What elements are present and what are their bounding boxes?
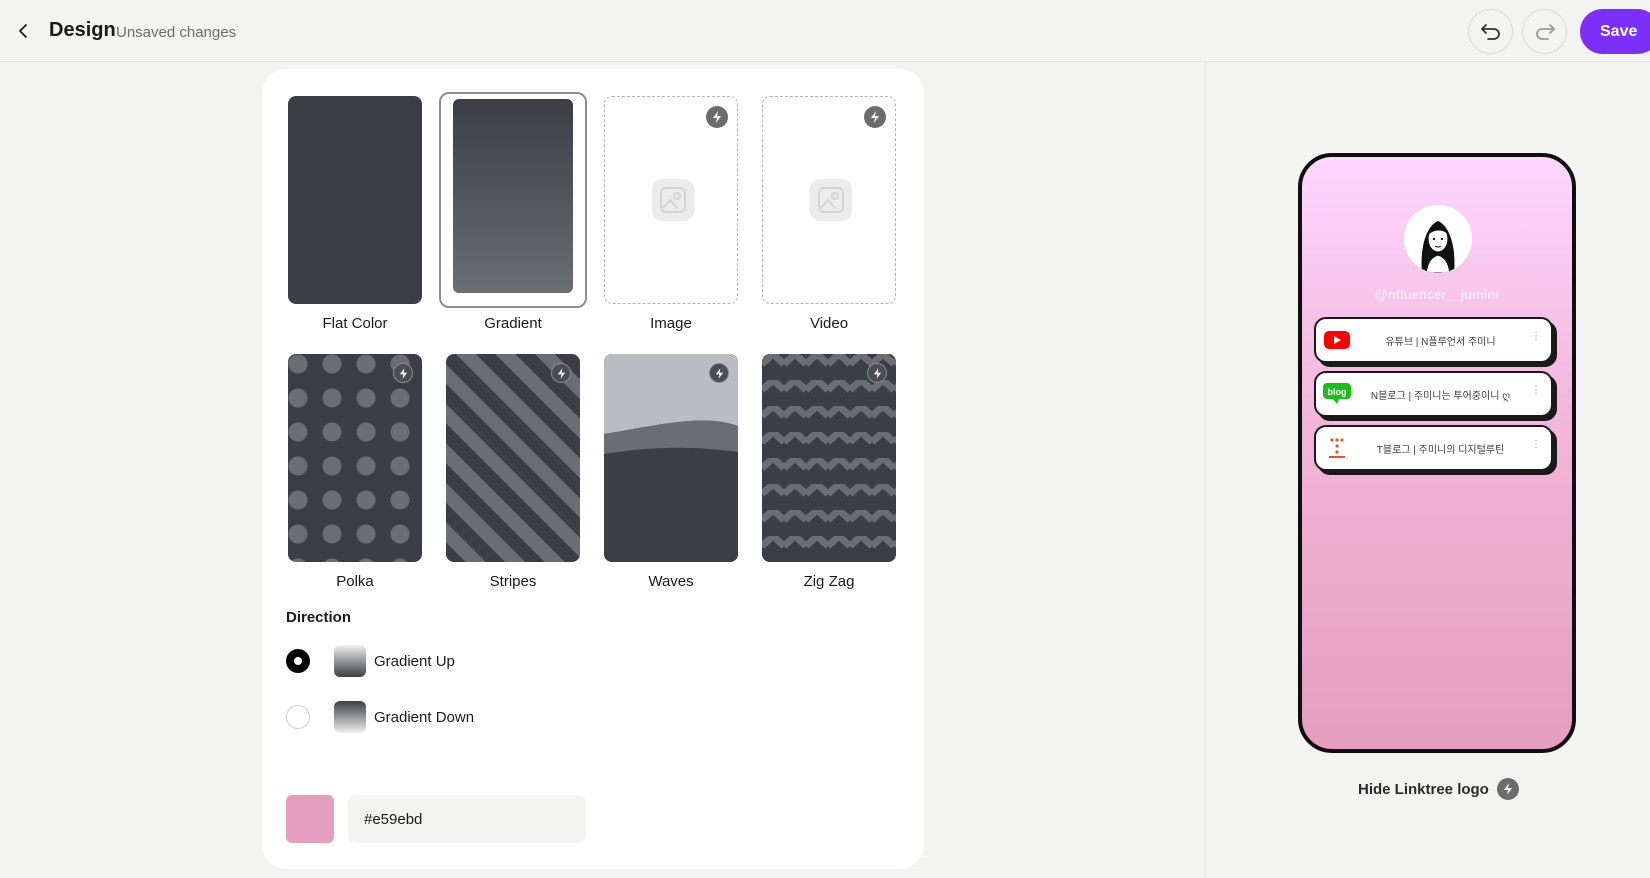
image-placeholder-icon: [652, 179, 694, 221]
link-button[interactable]: T블로그 | 주미니의 디지털루틴 ⋮: [1314, 425, 1553, 471]
image-preview: [604, 96, 738, 304]
zig-zag-preview: [762, 354, 896, 562]
bolt-icon: [867, 363, 887, 383]
video-preview: [762, 96, 896, 304]
radio-unselected[interactable]: [286, 705, 310, 729]
direction-option-gradient-down[interactable]: Gradient Down: [286, 700, 474, 734]
bg-option-polka[interactable]: Polka: [288, 354, 422, 590]
stripes-preview: [446, 354, 580, 562]
link-label: T블로그 | 주미니의 디지털루틴: [1376, 445, 1505, 456]
flat-color-preview: [288, 96, 422, 304]
link-label: N블로그 | 주미니는 투어중이니 ღ: [1370, 391, 1511, 402]
gradient-down-swatch: [334, 701, 366, 733]
redo-button[interactable]: [1522, 9, 1567, 54]
top-bar: Design Unsaved changes Save: [0, 0, 1650, 62]
page-title: Design: [49, 19, 116, 41]
tile-label: Polka: [336, 573, 374, 590]
chevron-left-icon: [19, 24, 27, 38]
bolt-icon: [709, 363, 729, 383]
bolt-icon: [393, 363, 413, 383]
gradient-up-swatch: [334, 645, 366, 677]
direction-option-gradient-up[interactable]: Gradient Up: [286, 644, 455, 678]
youtube-icon: [1322, 329, 1352, 351]
link-button[interactable]: 유튜브 | N플루언서 주미니 ⋮: [1314, 317, 1553, 363]
tile-label: Gradient: [484, 315, 542, 332]
color-hex-input[interactable]: [348, 795, 586, 843]
gradient-preview: [453, 99, 573, 293]
link-label: 유튜브 | N플루언서 주미니: [1385, 337, 1496, 348]
bolt-icon: [864, 106, 886, 128]
bg-option-video[interactable]: Video: [762, 96, 896, 332]
unsaved-status: Unsaved changes: [116, 24, 237, 41]
blog-icon: blog: [1322, 383, 1352, 405]
link-button[interactable]: blog N블로그 | 주미니는 투어중이니 ღ ⋮: [1314, 371, 1553, 417]
redo-icon: [1535, 23, 1555, 40]
bg-option-stripes[interactable]: Stripes: [446, 354, 580, 590]
bg-option-flat-color[interactable]: Flat Color: [288, 96, 422, 332]
waves-preview: [604, 354, 738, 562]
hide-linktree-logo-toggle[interactable]: Hide Linktree logo: [1358, 778, 1519, 800]
tile-label: Waves: [648, 573, 694, 590]
bg-option-waves[interactable]: Waves: [604, 354, 738, 590]
tile-label: Image: [650, 315, 692, 332]
radio-selected[interactable]: [286, 649, 310, 673]
undo-icon: [1480, 23, 1500, 40]
more-icon[interactable]: ⋮: [1531, 331, 1541, 342]
tile-label: Zig Zag: [803, 573, 855, 590]
more-icon[interactable]: ⋮: [1531, 385, 1541, 396]
polka-preview: [288, 354, 422, 562]
direction-heading: Direction: [286, 609, 352, 626]
bg-option-gradient[interactable]: Gradient: [439, 92, 587, 332]
bolt-icon: [551, 363, 571, 383]
avatar: [1404, 205, 1472, 273]
back-button[interactable]: [12, 18, 34, 44]
phone-preview: @nfluencer__jumini 유튜브 | N플루언서 주미니 ⋮ blo…: [1298, 153, 1576, 753]
tile-label: Stripes: [489, 573, 537, 590]
more-icon[interactable]: ⋮: [1531, 439, 1541, 450]
background-settings-card: Flat Color Gradient Image Video Polka St…: [262, 69, 924, 869]
bg-option-zig-zag[interactable]: Zig Zag: [762, 354, 896, 590]
tile-label: Video: [809, 315, 849, 332]
panel-divider: [1205, 62, 1206, 878]
tistory-icon: [1322, 437, 1352, 459]
profile-handle: @nfluencer__jumini: [1375, 287, 1499, 302]
bolt-icon: [706, 106, 728, 128]
bolt-icon: [1496, 778, 1519, 800]
svg-text:blog: blog: [1328, 387, 1347, 397]
undo-button[interactable]: [1468, 9, 1513, 54]
bg-option-image[interactable]: Image: [604, 96, 738, 332]
hide-logo-label: Hide Linktree logo: [1358, 780, 1489, 798]
radio-label: Gradient Up: [374, 652, 455, 670]
radio-label: Gradient Down: [374, 708, 475, 726]
color-swatch-button[interactable]: [286, 795, 334, 843]
tile-label: Flat Color: [322, 315, 388, 332]
save-button[interactable]: Save: [1580, 9, 1650, 54]
image-placeholder-icon: [810, 179, 852, 221]
